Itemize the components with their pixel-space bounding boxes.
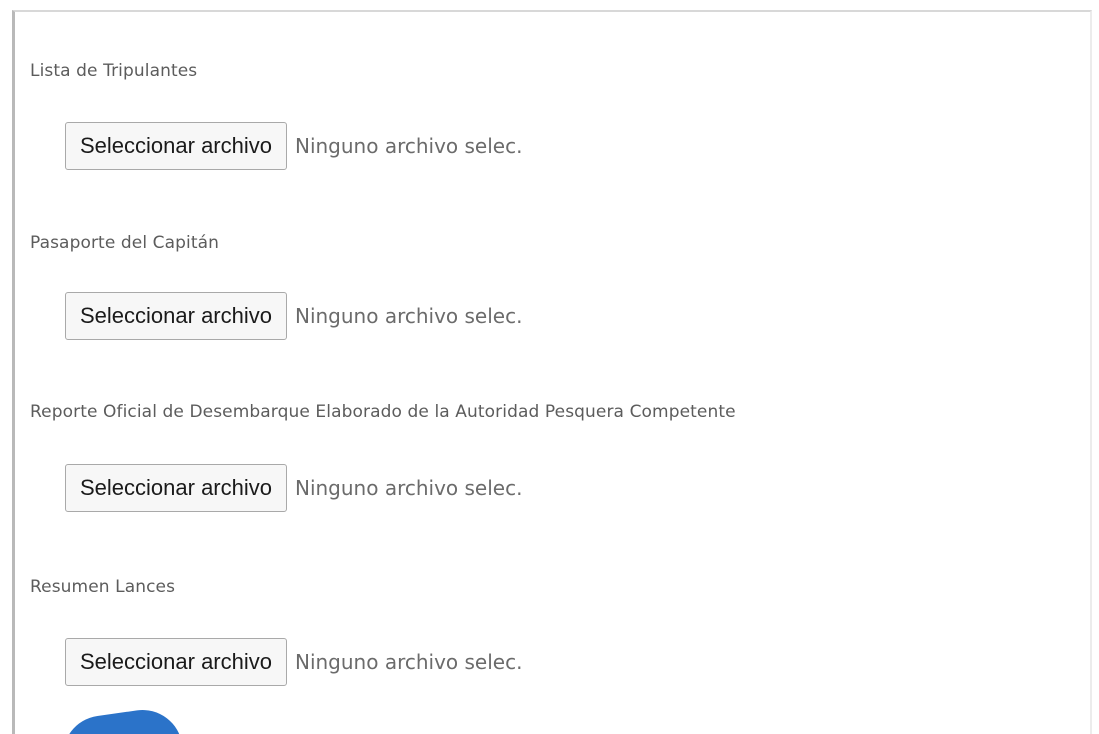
field-label: Pasaporte del Capitán (30, 233, 220, 253)
upload-form-card: Lista de Tripulantes Seleccionar archivo… (12, 10, 1092, 734)
select-file-button[interactable]: Seleccionar archivo (65, 122, 287, 170)
field-label: Lista de Tripulantes (30, 61, 198, 81)
file-status-text: Ninguno archivo selec. (294, 650, 523, 674)
file-input[interactable]: Seleccionar archivo Ninguno archivo sele… (65, 638, 522, 686)
select-file-button[interactable]: Seleccionar archivo (65, 638, 287, 686)
file-input[interactable]: Seleccionar archivo Ninguno archivo sele… (65, 292, 522, 340)
field-label: Resumen Lances (30, 577, 176, 597)
select-file-button[interactable]: Seleccionar archivo (65, 292, 287, 340)
file-input[interactable]: Seleccionar archivo Ninguno archivo sele… (65, 122, 522, 170)
file-input[interactable]: Seleccionar archivo Ninguno archivo sele… (65, 464, 522, 512)
field-label: Reporte Oficial de Desembarque Elaborado… (30, 402, 736, 422)
select-file-button[interactable]: Seleccionar archivo (65, 464, 287, 512)
file-status-text: Ninguno archivo selec. (294, 304, 523, 328)
file-status-text: Ninguno archivo selec. (294, 134, 523, 158)
file-status-text: Ninguno archivo selec. (294, 476, 523, 500)
